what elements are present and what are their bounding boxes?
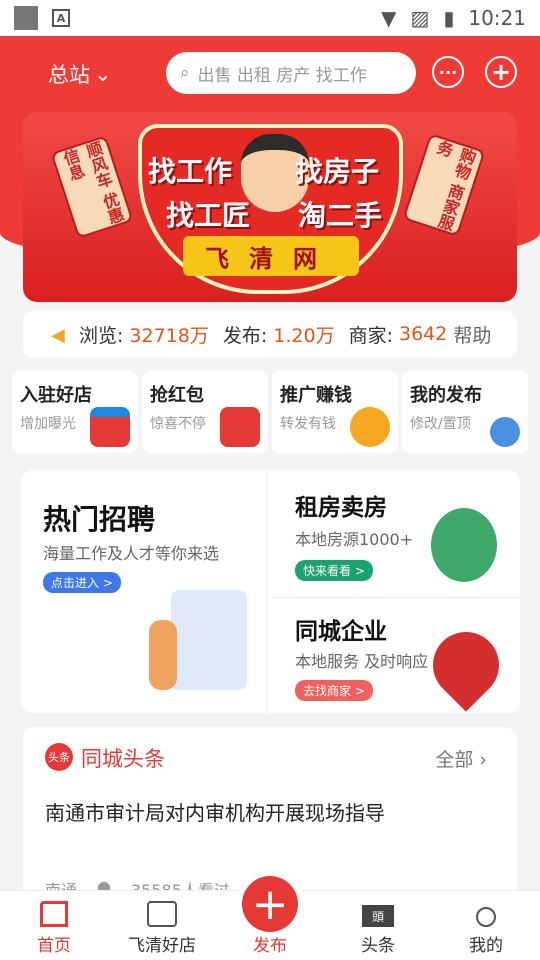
company-button[interactable]: 去找商家 > — [295, 680, 373, 701]
message-icon[interactable]: ··· — [432, 56, 464, 88]
banner-item: 找工作 — [148, 155, 233, 188]
store-icon — [90, 407, 130, 447]
banner-item: 找房子 — [295, 155, 380, 188]
chevron-down-icon: ⌄ — [94, 62, 112, 86]
jobs-card[interactable]: 热门招聘 海量工作及人才等你来选 点击进入 > — [21, 470, 268, 713]
tab-stores[interactable]: 飞清好店 — [108, 891, 216, 960]
tab-home[interactable]: 首页 — [0, 891, 108, 960]
news-all-link[interactable]: 全部 › — [435, 745, 487, 772]
banner-tag-left: 顺风车 优惠信息 — [50, 135, 134, 239]
jobs-button[interactable]: 点击进入 > — [43, 572, 121, 593]
house-card[interactable]: 租房卖房 本地房源1000+ 快来看看 > — [269, 470, 520, 598]
tab-label: 飞清好店 — [128, 936, 196, 956]
publish-label: 发布: — [222, 324, 268, 347]
red-packet-icon — [220, 407, 260, 447]
news-icon: 頭 — [362, 905, 394, 927]
merchant-label: 商家: — [348, 324, 393, 347]
news-section-title: 同城头条 — [81, 747, 165, 771]
user-icon — [490, 417, 520, 447]
quick-title: 抢红包 — [150, 385, 204, 406]
house-sub: 本地房源1000+ — [295, 530, 414, 549]
status-time: 10:21 — [468, 6, 526, 30]
battery-icon: ▮ — [443, 6, 455, 30]
plus-icon: + — [251, 878, 289, 930]
banner-brand: 飞清网 — [183, 236, 359, 276]
tab-label: 我的 — [469, 936, 503, 956]
company-title: 同城企业 — [295, 619, 387, 645]
search-input[interactable]: ⌕ 出售 出租 房产 找工作 — [166, 52, 416, 94]
browse-label: 浏览: — [79, 324, 124, 347]
merchant-value: 3642 — [398, 323, 448, 345]
top-bar: 总站 ⌄ ⌕ 出售 出租 房产 找工作 ··· + — [0, 50, 540, 98]
app-notification-icon: A — [52, 9, 70, 27]
jobs-sub: 海量工作及人才等你来选 — [43, 544, 220, 563]
wifi-icon: ▼ — [381, 6, 397, 30]
help-link[interactable]: 帮助 — [453, 321, 491, 348]
city-label: 总站 — [48, 63, 90, 87]
search-icon: ⌕ — [180, 63, 190, 83]
notification-icon — [14, 6, 38, 30]
stats-bar: ◀ 浏览: 32718万 发布: 1.20万 商家: 3642 帮助 — [23, 310, 517, 358]
publish-button[interactable]: + — [242, 876, 298, 932]
quick-actions: 入驻好店 增加曝光 抢红包 惊喜不停 推广赚钱 转发有钱 我的发布 修改/置顶 — [12, 371, 528, 453]
house-button[interactable]: 快来看看 > — [295, 560, 373, 581]
tab-profile[interactable]: 我的 — [432, 891, 540, 960]
money-bag-icon — [350, 407, 390, 447]
banner-tag-right: 购物 商家服务 — [402, 133, 486, 237]
tab-news[interactable]: 頭 头条 — [324, 891, 432, 960]
city-selector[interactable]: 总站 ⌄ — [48, 59, 112, 89]
news-badge-icon: 头条 — [45, 743, 73, 771]
banner-item: 淘二手 — [298, 199, 383, 232]
jobs-title: 热门招聘 — [43, 503, 156, 536]
news-all-label: 全部 — [435, 749, 474, 771]
quick-title: 我的发布 — [410, 385, 482, 406]
quick-join-store[interactable]: 入驻好店 增加曝光 — [12, 371, 138, 453]
quick-title: 入驻好店 — [20, 385, 92, 406]
jobs-illustration — [171, 590, 247, 690]
promo-banner[interactable]: 顺风车 优惠信息 购物 商家服务 找工作 找房子 找工匠 淘二手 飞清网 — [23, 112, 517, 302]
chevron-right-icon: › — [479, 749, 487, 771]
profile-icon — [476, 907, 496, 927]
tab-label: 发布 — [253, 936, 287, 956]
speaker-icon: ◀ — [51, 325, 65, 346]
quick-red-packet[interactable]: 抢红包 惊喜不停 — [142, 371, 268, 453]
tab-label: 首页 — [37, 936, 71, 956]
store-icon — [147, 901, 177, 927]
quick-title: 推广赚钱 — [280, 385, 352, 406]
news-headline[interactable]: 南通市审计局对内审机构开展现场指导 — [45, 797, 385, 826]
no-sim-icon: ▨ — [410, 6, 430, 30]
person-illustration — [149, 620, 177, 690]
company-sub: 本地服务 及时响应 — [295, 652, 429, 671]
house-illustration — [431, 508, 497, 582]
add-icon[interactable]: + — [485, 56, 517, 88]
feature-panel: 热门招聘 海量工作及人才等你来选 点击进入 > 租房卖房 本地房源1000+ 快… — [21, 470, 520, 713]
company-card[interactable]: 同城企业 本地服务 及时响应 去找商家 > — [269, 598, 520, 713]
location-pin-icon — [419, 618, 513, 712]
quick-my-posts[interactable]: 我的发布 修改/置顶 — [402, 371, 528, 453]
banner-item: 找工匠 — [166, 199, 251, 232]
home-icon — [40, 901, 68, 927]
quick-promote[interactable]: 推广赚钱 转发有钱 — [272, 371, 398, 453]
tab-label: 头条 — [361, 936, 395, 956]
search-placeholder: 出售 出租 房产 找工作 — [197, 65, 367, 86]
status-bar: A ▼ ▨ ▮ 10:21 — [0, 0, 540, 36]
browse-value: 32718万 — [129, 324, 209, 347]
house-title: 租房卖房 — [295, 495, 387, 521]
publish-value: 1.20万 — [273, 324, 335, 347]
